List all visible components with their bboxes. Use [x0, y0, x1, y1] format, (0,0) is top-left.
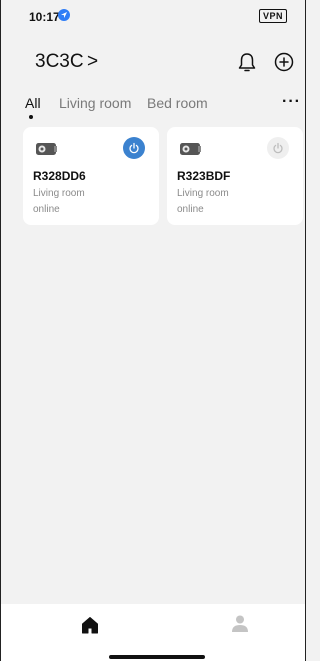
home-indicator [109, 655, 205, 659]
bottom-nav [1, 604, 305, 661]
power-button[interactable] [267, 137, 289, 159]
device-room: Living room [33, 188, 85, 199]
bell-icon[interactable] [237, 52, 257, 74]
device-name: R328DD6 [33, 169, 86, 183]
location-arrow-icon [58, 9, 70, 21]
vpn-badge: VPN [258, 9, 287, 23]
device-icon [180, 143, 201, 155]
home-icon[interactable] [81, 616, 99, 634]
status-bar: 10:17 VPN [1, 0, 305, 36]
power-button[interactable] [123, 137, 145, 159]
tab-all[interactable]: All [25, 95, 41, 111]
device-name: R323BDF [177, 169, 231, 183]
home-switch-chevron-icon[interactable]: > [87, 51, 98, 73]
tab-bed-room[interactable]: Bed room [147, 95, 208, 111]
device-status: online [177, 204, 204, 215]
device-status: online [33, 204, 60, 215]
more-options-icon[interactable]: ··· [282, 93, 301, 111]
add-device-icon[interactable] [272, 50, 296, 74]
device-icon [36, 143, 57, 155]
phone-screen: 10:17 VPN 3C3C > All Living room Bed roo… [0, 0, 306, 661]
tab-indicator [29, 115, 33, 119]
status-time: 10:17 [29, 10, 60, 24]
device-card[interactable]: R328DD6 Living room online [23, 127, 159, 225]
device-card[interactable]: R323BDF Living room online [167, 127, 303, 225]
header: 3C3C > [1, 48, 305, 80]
device-room: Living room [177, 188, 229, 199]
person-icon[interactable] [230, 613, 250, 633]
room-tabs: All Living room Bed room ··· [1, 93, 305, 119]
tab-living-room[interactable]: Living room [59, 95, 131, 111]
home-name[interactable]: 3C3C [35, 51, 84, 73]
